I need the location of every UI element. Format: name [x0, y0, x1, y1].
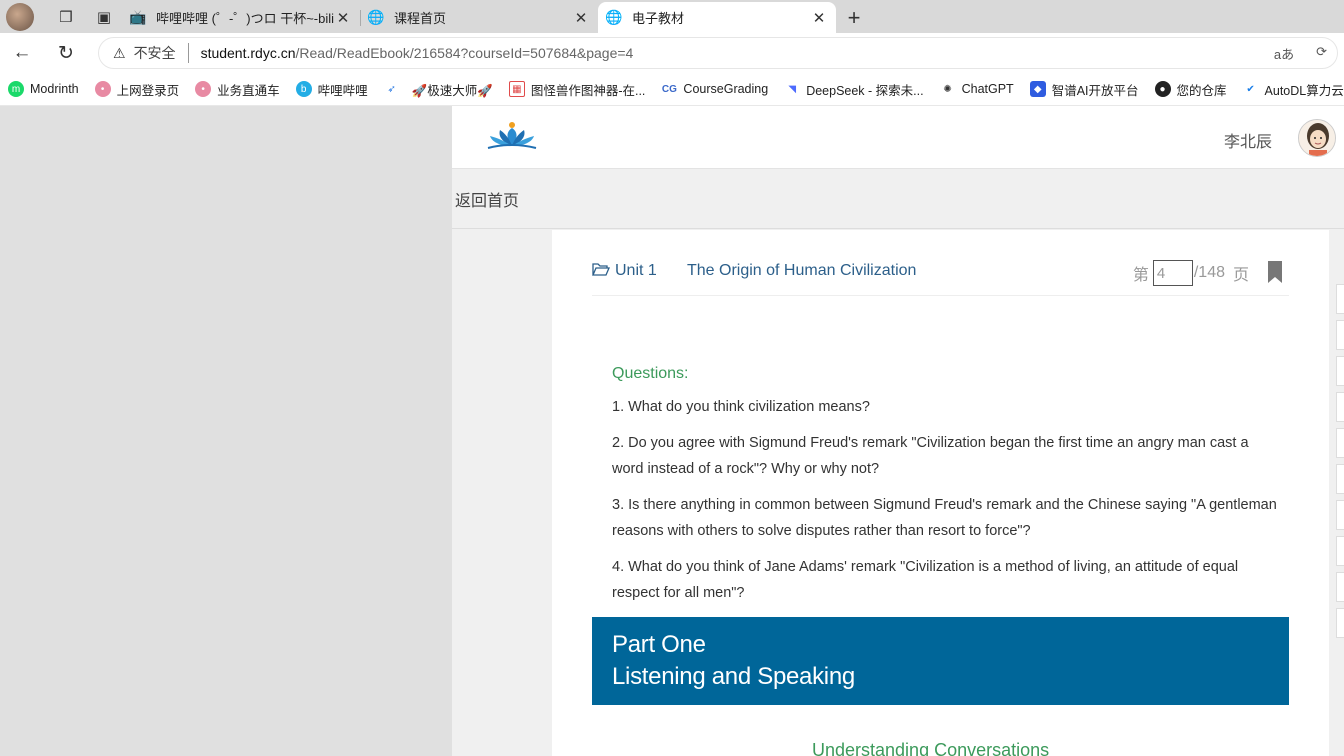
read-aloud-icon[interactable]: aあ [1274, 44, 1294, 63]
page-viewport: 李北辰 返回首页 Unit 1 The Origin of Human Civi… [0, 106, 1344, 756]
part-subtitle: Listening and Speaking [612, 663, 855, 690]
bookmark-tuguaishou[interactable]: ▦ 图怪兽作图神器-在... [508, 80, 645, 99]
main-panel: 李北辰 返回首页 Unit 1 The Origin of Human Civi… [452, 106, 1344, 756]
ebook-reader: Unit 1 The Origin of Human Civilization … [552, 230, 1329, 756]
side-tab[interactable] [1336, 572, 1344, 602]
new-tab-button[interactable]: + [836, 2, 872, 33]
side-tab[interactable] [1336, 464, 1344, 494]
part-banner: Part One Listening and Speaking [592, 617, 1289, 705]
question-item: 3. Is there anything in common between S… [612, 497, 1277, 539]
questions-heading: Questions: [612, 365, 689, 382]
back-arrow-icon[interactable]: ← [0, 35, 44, 71]
url-text[interactable]: student.rdyc.cn/Read/ReadEbook/216584?co… [189, 45, 634, 61]
unit-title: The Origin of Human Civilization [687, 262, 917, 279]
username[interactable]: 李北辰 [1224, 128, 1272, 152]
chatgpt-icon: ✺ [943, 83, 952, 95]
workspaces-icon[interactable]: ❒ [48, 3, 84, 31]
bookmark-modrinth[interactable]: m Modrinth [8, 81, 79, 97]
security-label[interactable]: 不安全 [134, 43, 189, 63]
back-bar: 返回首页 [452, 169, 1344, 229]
bookmark-bilibili[interactable]: b 哔哩哔哩 [295, 80, 368, 99]
side-tab[interactable] [1336, 608, 1344, 638]
bookmark-zhipu[interactable]: ◆ 智谱AI开放平台 [1029, 80, 1139, 99]
bookmark-github[interactable]: ● 您的仓库 [1154, 80, 1227, 99]
reload-icon[interactable]: ↻ [44, 35, 88, 71]
modrinth-icon: m [8, 81, 24, 97]
side-tab[interactable] [1336, 428, 1344, 458]
refresh-extension-icon[interactable]: ⟳ [1316, 44, 1327, 63]
github-icon: ● [1154, 81, 1171, 97]
coursegrading-icon: CG [661, 83, 677, 95]
page-number-input[interactable] [1152, 260, 1193, 286]
unit-header: Unit 1 The Origin of Human Civilization … [592, 258, 1289, 296]
globe-icon: 🌐 [605, 9, 623, 25]
bookmarks-bar: m Modrinth • 上网登录页 • 业务直通车 b 哔哩哔哩 ➶ 🚀极速大师🚀 ▦… [0, 73, 1344, 106]
bookmark-chatgpt[interactable]: ✺ ChatGPT [940, 81, 1013, 97]
side-tab[interactable] [1336, 500, 1344, 530]
side-tab[interactable] [1336, 392, 1344, 422]
close-tab-icon[interactable]: ✕ [810, 9, 828, 27]
bookmark-coursegrading[interactable]: CG CourseGrading [661, 81, 768, 97]
deepseek-icon: ◥ [788, 83, 797, 95]
unit-number: Unit 1 [615, 262, 657, 279]
login-icon: • [94, 81, 111, 97]
bookmark-icon[interactable] [1267, 260, 1283, 289]
tab-ebook[interactable]: 🌐 电子教材 ✕ [598, 2, 836, 33]
bookmark-autodl[interactable]: ✔AutoDL算力云 | 弹... [1243, 80, 1344, 99]
side-tab[interactable] [1336, 320, 1344, 350]
side-tab[interactable] [1336, 284, 1344, 314]
bookmark-deepseek[interactable]: ◥ DeepSeek - 探索未... [784, 80, 923, 99]
bilibili-icon: b [295, 81, 312, 97]
bookmark-login[interactable]: • 上网登录页 [94, 80, 179, 99]
site-logo-icon[interactable] [484, 120, 540, 157]
address-bar: ← ↻ ⚠ 不安全 student.rdyc.cn/Read/ReadEbook… [0, 33, 1344, 73]
tab-actions-icon[interactable]: ▣ [86, 3, 122, 31]
bookmark-speed-master[interactable]: 🚀极速大师🚀 [412, 80, 493, 99]
user-avatar[interactable] [1298, 119, 1336, 157]
section-subheading: Understanding Conversations [812, 740, 1050, 756]
side-tab[interactable] [1336, 356, 1344, 386]
url-field[interactable]: ⚠ 不安全 student.rdyc.cn/Read/ReadEbook/216… [98, 37, 1338, 69]
site-header: 李北辰 [452, 106, 1344, 169]
page-navigator: 第 /148 页 [1133, 260, 1249, 286]
tuguaishou-icon: ▦ [508, 81, 525, 97]
zhipu-icon: ◆ [1029, 81, 1046, 97]
warning-icon: ⚠ [113, 44, 126, 61]
question-item: 2. Do you agree with Sigmund Freud's rem… [612, 435, 1249, 477]
bookmark-business[interactable]: • 业务直通车 [195, 80, 280, 99]
globe-icon: 🌐 [367, 9, 385, 25]
tab-course-home[interactable]: 🌐 课程首页 ✕ [360, 2, 598, 33]
close-tab-icon[interactable]: ✕ [334, 9, 352, 27]
autodl-icon: ✔ [1246, 83, 1255, 95]
tab-bilibili[interactable]: 📺 哔哩哔哩 (゜-゜)つロ 干杯~-bilibili ✕ [122, 2, 360, 33]
bookmark-rocket[interactable]: ➶ [384, 81, 406, 97]
side-tab-strip [1336, 284, 1344, 644]
tab-bar: ❒ ▣ 📺 哔哩哔哩 (゜-゜)つロ 干杯~-bilibili ✕ 🌐 课程首页… [0, 0, 1344, 33]
business-icon: • [195, 81, 212, 97]
rocket-icon: ➶ [387, 83, 396, 95]
folder-open-icon [592, 261, 610, 282]
profile-avatar[interactable] [6, 2, 34, 31]
question-item: 1. What do you think civilization means? [612, 399, 870, 415]
close-tab-icon[interactable]: ✕ [572, 9, 590, 27]
question-item: 4. What do you think of Jane Adams' rema… [612, 559, 1239, 601]
part-title: Part One [612, 631, 706, 658]
side-tab[interactable] [1336, 536, 1344, 566]
bilibili-icon: 📺 [129, 9, 147, 25]
back-home-link[interactable]: 返回首页 [455, 187, 519, 211]
